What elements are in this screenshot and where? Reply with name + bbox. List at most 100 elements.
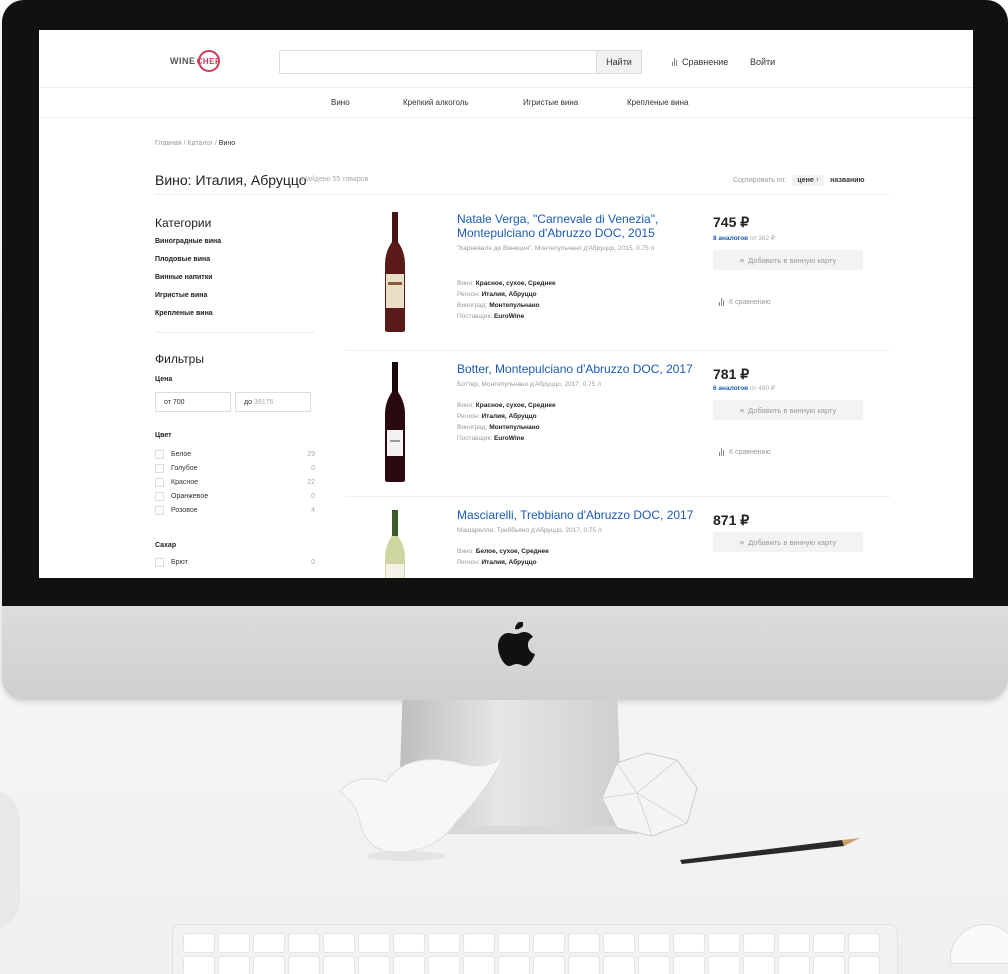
option-label: Красное bbox=[171, 479, 199, 486]
divider bbox=[155, 194, 890, 195]
price-from-input[interactable]: от 700 bbox=[155, 392, 231, 412]
spec-key: Регион: bbox=[457, 559, 480, 566]
checkbox[interactable] bbox=[155, 558, 164, 567]
spec-value: Монтепульчано bbox=[489, 424, 540, 431]
product-name[interactable]: Masciarelli, Trebbiano d'Abruzzo DOC, 20… bbox=[457, 508, 697, 522]
breadcrumb-catalog[interactable]: Каталог bbox=[188, 140, 213, 147]
add-button-label: Добавить в винную карту bbox=[748, 405, 837, 415]
product-subtitle: "Карневале ди Венеция", Монтепульчано д'… bbox=[457, 245, 655, 252]
add-to-compare-link[interactable]: К сравнению bbox=[719, 448, 771, 456]
option-label: Белое bbox=[171, 451, 192, 458]
sort-by-price[interactable]: цене ↑ bbox=[792, 175, 825, 186]
spec-key: Регион: bbox=[457, 291, 480, 298]
spec-key: Регион: bbox=[457, 413, 480, 420]
product-name[interactable]: Botter, Montepulciano d'Abruzzo DOC, 201… bbox=[457, 362, 697, 376]
wine-bottle-image[interactable] bbox=[384, 510, 406, 578]
compare-label: К сравнению bbox=[729, 298, 771, 306]
compare-label: Сравнение bbox=[682, 57, 729, 67]
search-button[interactable]: Найти bbox=[596, 50, 642, 74]
desk-scene: WINE CHEF Найти Сравнение Войти Вино Кре… bbox=[0, 0, 1008, 974]
spec-value: Италия, Абруццо bbox=[481, 413, 537, 420]
compare-link[interactable]: Сравнение bbox=[672, 57, 728, 67]
analogs-info: 8 аналогов от 382 ₽ bbox=[713, 234, 775, 242]
pencil-icon bbox=[680, 838, 860, 864]
add-to-winelist-button[interactable]: ≡ Добавить в винную карту bbox=[713, 400, 863, 420]
compare-icon bbox=[672, 58, 677, 66]
analogs-link[interactable]: 8 аналогов bbox=[713, 235, 748, 242]
divider bbox=[155, 332, 315, 333]
mouse bbox=[950, 924, 1008, 964]
color-option-white[interactable]: Белое 29 bbox=[155, 450, 315, 459]
bird-figurine-icon bbox=[339, 755, 505, 861]
main-nav: Вино Крепкий алкоголь Игристые вина Креп… bbox=[39, 88, 973, 118]
breadcrumb-home[interactable]: Главная bbox=[155, 140, 182, 147]
category-wine-drinks[interactable]: Винные напитки bbox=[155, 274, 213, 281]
product-card: Natale Verga, "Carnevale di Venezia", Mo… bbox=[345, 210, 890, 350]
sort-control: Сортировать по: цене ↑ названию bbox=[733, 175, 864, 186]
product-price: 871 ₽ bbox=[713, 512, 750, 528]
breadcrumb-current: Вино bbox=[218, 140, 236, 147]
compare-icon bbox=[719, 298, 724, 306]
login-link[interactable]: Войти bbox=[750, 57, 775, 67]
checkbox[interactable] bbox=[155, 450, 164, 459]
product-name[interactable]: Natale Verga, "Carnevale di Venezia", Mo… bbox=[457, 212, 697, 240]
price-to-placeholder: 39176 bbox=[253, 399, 274, 406]
color-option-red[interactable]: Красное 22 bbox=[155, 478, 315, 487]
result-count: Найдено 55 товаров bbox=[302, 176, 369, 183]
spec-value: EuroWine bbox=[493, 435, 525, 442]
checkbox[interactable] bbox=[155, 478, 164, 487]
list-icon: ≡ bbox=[739, 255, 745, 265]
add-button-label: Добавить в винную карту bbox=[748, 255, 837, 265]
color-option-orange[interactable]: Оранжевое 0 bbox=[155, 492, 315, 501]
option-count: 22 bbox=[307, 479, 315, 486]
option-label: Оранжевое bbox=[171, 493, 209, 500]
product-card: Botter, Montepulciano d'Abruzzo DOC, 201… bbox=[345, 360, 890, 500]
add-to-winelist-button[interactable]: ≡ Добавить в винную карту bbox=[713, 250, 863, 270]
analogs-link[interactable]: 6 аналогов bbox=[713, 385, 748, 392]
category-sparkling[interactable]: Игристые вина bbox=[155, 292, 207, 299]
spec-value: Красное, сухое, Среднее bbox=[475, 402, 556, 409]
add-to-compare-link[interactable]: К сравнению bbox=[719, 298, 771, 306]
sort-by-name[interactable]: названию bbox=[830, 177, 864, 184]
nav-item-spirits[interactable]: Крепкий алкоголь bbox=[403, 98, 469, 107]
nav-item-sparkling[interactable]: Игристые вина bbox=[523, 98, 578, 107]
list-icon: ≡ bbox=[739, 537, 745, 547]
search-input[interactable] bbox=[279, 50, 599, 74]
breadcrumb: Главная / Каталог / Вино bbox=[155, 140, 235, 147]
product-specs: Вино: Красное, сухое, Среднее Регион: Ит… bbox=[457, 400, 556, 444]
compare-icon bbox=[719, 448, 724, 456]
spec-key: Виноград: bbox=[457, 302, 488, 309]
analogs-info: 6 аналогов от 480 ₽ bbox=[713, 384, 775, 392]
add-to-winelist-button[interactable]: ≡ Добавить в винную карту bbox=[713, 532, 863, 552]
logo-text-chef: CHEF bbox=[196, 56, 221, 66]
checkbox[interactable] bbox=[155, 492, 164, 501]
product-card: Masciarelli, Trebbiano d'Abruzzo DOC, 20… bbox=[345, 506, 890, 578]
spec-value: Италия, Абруццо bbox=[481, 559, 537, 566]
sugar-option-brut[interactable]: Брют 0 bbox=[155, 558, 315, 567]
spec-value: Красное, сухое, Среднее bbox=[475, 280, 556, 287]
category-fruit-wines[interactable]: Плодовые вина bbox=[155, 256, 210, 263]
spec-value: Монтепульчано bbox=[489, 302, 540, 309]
spec-key: Вино: bbox=[457, 402, 474, 409]
wine-bottle-image[interactable] bbox=[384, 212, 406, 332]
compare-label: К сравнению bbox=[729, 448, 771, 456]
price-to-input[interactable]: до 39176 bbox=[235, 392, 311, 412]
checkbox[interactable] bbox=[155, 506, 164, 515]
option-count: 4 bbox=[311, 507, 315, 514]
color-option-rose[interactable]: Розовое 4 bbox=[155, 506, 315, 515]
spec-value: EuroWine bbox=[493, 313, 525, 320]
product-subtitle: Боттер, Монтепульчано д'Абруццо, 2017, 0… bbox=[457, 381, 601, 388]
divider bbox=[345, 496, 890, 497]
site-logo[interactable]: WINE CHEF bbox=[170, 50, 220, 72]
category-grape-wines[interactable]: Виноградные вина bbox=[155, 238, 221, 245]
nav-item-fortified[interactable]: Крепленые вина bbox=[627, 98, 688, 107]
sugar-filter-label: Сахар bbox=[155, 542, 177, 549]
category-fortified[interactable]: Крепленые вина bbox=[155, 310, 213, 317]
site-header: WINE CHEF Найти Сравнение Войти bbox=[39, 30, 973, 88]
list-icon: ≡ bbox=[739, 405, 745, 415]
add-button-label: Добавить в винную карту bbox=[748, 537, 837, 547]
color-option-blue[interactable]: Голубое 0 bbox=[155, 464, 315, 473]
checkbox[interactable] bbox=[155, 464, 164, 473]
wine-bottle-image[interactable] bbox=[384, 362, 406, 482]
nav-item-wine[interactable]: Вино bbox=[331, 98, 350, 107]
